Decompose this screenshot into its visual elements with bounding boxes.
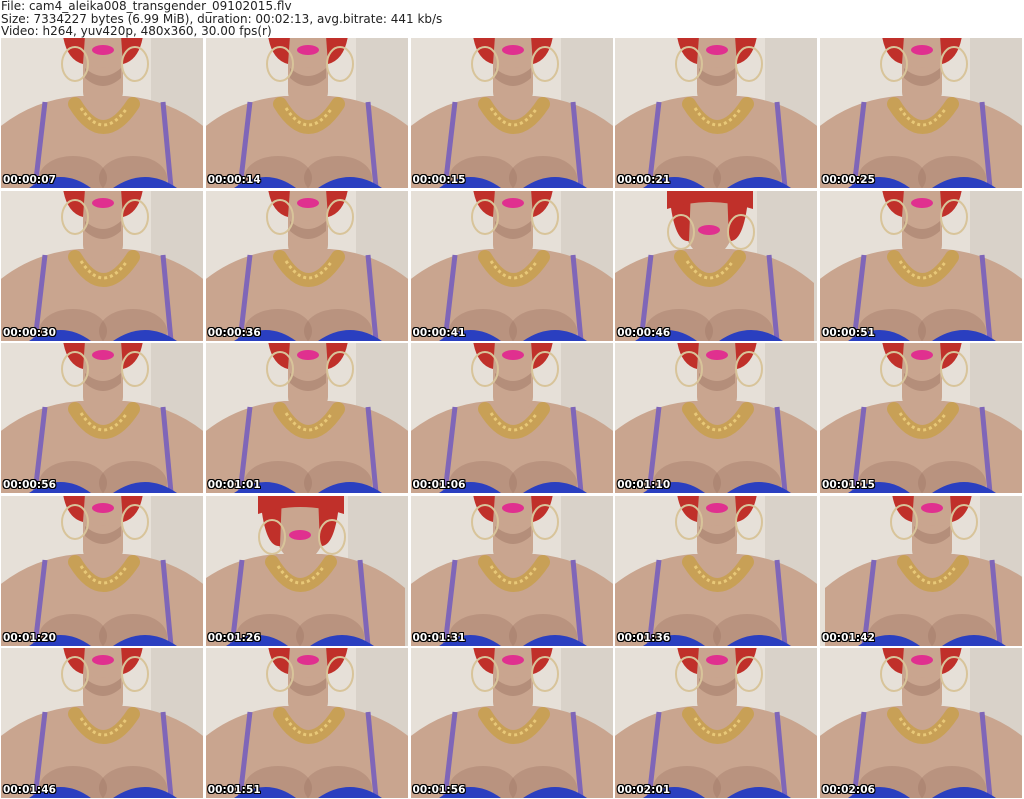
thumbnail-frame-image xyxy=(820,190,1022,341)
thumbnail-timestamp: 00:00:46 xyxy=(617,326,671,339)
thumbnail-frame-image xyxy=(410,343,613,493)
video-thumbnail: 00:01:56 xyxy=(410,648,613,798)
video-thumbnail: 00:00:25 xyxy=(820,38,1022,188)
thumbnail-timestamp: 00:00:14 xyxy=(207,174,261,186)
thumbnail-frame-image xyxy=(1,648,203,798)
thumbnail-frame-image xyxy=(205,190,408,341)
video-thumbnail: 00:01:51 xyxy=(205,648,408,798)
video-thumbnail: 00:01:20 xyxy=(1,495,203,646)
thumbnail-timestamp: 00:00:51 xyxy=(822,326,876,339)
thumbnail-timestamp: 00:01:20 xyxy=(3,631,57,644)
thumbnail-timestamp: 00:01:36 xyxy=(617,631,671,644)
thumbnail-timestamp: 00:00:07 xyxy=(3,174,57,186)
thumbnail-frame-image xyxy=(820,38,1022,188)
video-thumbnail: 00:02:06 xyxy=(820,648,1022,798)
thumbnail-timestamp: 00:00:56 xyxy=(3,479,57,491)
thumbnail-timestamp: 00:01:01 xyxy=(207,479,261,491)
video-thumbnail: 00:01:06 xyxy=(410,343,613,493)
thumbnail-frame-image xyxy=(820,495,1022,646)
video-thumbnail: 00:00:14 xyxy=(205,38,408,188)
thumbnail-frame-image xyxy=(205,343,408,493)
thumbnail-timestamp: 00:00:15 xyxy=(412,174,466,186)
thumbnail-timestamp: 00:01:46 xyxy=(3,784,57,796)
thumbnail-frame-image xyxy=(410,190,613,341)
thumbnail-frame-image xyxy=(615,38,818,188)
thumbnail-timestamp: 00:00:21 xyxy=(617,174,671,186)
thumbnail-frame-image xyxy=(410,648,613,798)
video-thumbnail: 00:01:36 xyxy=(615,495,818,646)
video-thumbnail: 00:01:46 xyxy=(1,648,203,798)
thumbnail-frame-image xyxy=(410,495,613,646)
video-thumbnail: 00:01:42 xyxy=(820,495,1022,646)
thumbnail-frame-image xyxy=(615,495,818,646)
thumbnail-timestamp: 00:01:15 xyxy=(822,479,876,491)
video-thumbnail: 00:00:15 xyxy=(410,38,613,188)
video-thumbnail: 00:01:10 xyxy=(615,343,818,493)
thumbnail-frame-image xyxy=(1,38,203,188)
video-thumbnail: 00:01:31 xyxy=(410,495,613,646)
video-thumbnail: 00:00:30 xyxy=(1,190,203,341)
thumbnail-frame-image xyxy=(820,648,1022,798)
video-thumbnail: 00:00:07 xyxy=(1,38,203,188)
thumbnail-timestamp: 00:01:56 xyxy=(412,784,466,796)
thumbnail-frame-image xyxy=(615,648,818,798)
thumbnail-frame-image xyxy=(615,343,818,493)
thumbnail-frame-image xyxy=(820,343,1022,493)
thumbnail-frame-image xyxy=(205,495,408,646)
video-thumbnail: 00:01:01 xyxy=(205,343,408,493)
video-info-line: Video: h264, yuv420p, 480x360, 30.00 fps… xyxy=(1,24,272,39)
video-thumbnail: 00:00:41 xyxy=(410,190,613,341)
thumbnail-timestamp: 00:01:10 xyxy=(617,479,671,491)
thumbnail-grid: 00:00:07 00:00:14 00:00:15 00:00:21 00:00:25… xyxy=(1,38,1022,798)
thumbnail-timestamp: 00:02:01 xyxy=(617,784,671,796)
video-thumbnail: 00:00:36 xyxy=(205,190,408,341)
video-thumbnail: 00:01:26 xyxy=(205,495,408,646)
thumbnail-timestamp: 00:02:06 xyxy=(822,784,876,796)
video-thumbnail: 00:00:51 xyxy=(820,190,1022,341)
thumbnail-timestamp: 00:00:41 xyxy=(412,326,466,339)
video-thumbnail: 00:00:21 xyxy=(615,38,818,188)
thumbnail-timestamp: 00:01:06 xyxy=(412,479,466,491)
video-thumbnail: 00:00:56 xyxy=(1,343,203,493)
thumbnail-timestamp: 00:00:36 xyxy=(207,326,261,339)
thumbnail-frame-image xyxy=(1,495,203,646)
thumbnail-frame-image xyxy=(205,38,408,188)
file-info-header: File: cam4_aleika008_transgender_0910201… xyxy=(1,0,1021,38)
thumbnail-frame-image xyxy=(205,648,408,798)
thumbnail-frame-image xyxy=(1,343,203,493)
thumbnail-frame-image xyxy=(615,190,818,341)
thumbnail-timestamp: 00:01:31 xyxy=(412,631,466,644)
video-thumbnail: 00:02:01 xyxy=(615,648,818,798)
video-thumbnail: 00:00:46 xyxy=(615,190,818,341)
thumbnail-timestamp: 00:00:30 xyxy=(3,326,57,339)
thumbnail-frame-image xyxy=(1,190,203,341)
thumbnail-frame-image xyxy=(410,38,613,188)
thumbnail-timestamp: 00:01:42 xyxy=(822,631,876,644)
thumbnail-timestamp: 00:01:26 xyxy=(207,631,261,644)
video-thumbnail: 00:01:15 xyxy=(820,343,1022,493)
thumbnail-timestamp: 00:01:51 xyxy=(207,784,261,796)
file-name-line: File: cam4_aleika008_transgender_0910201… xyxy=(1,0,292,13)
thumbnail-timestamp: 00:00:25 xyxy=(822,174,876,186)
